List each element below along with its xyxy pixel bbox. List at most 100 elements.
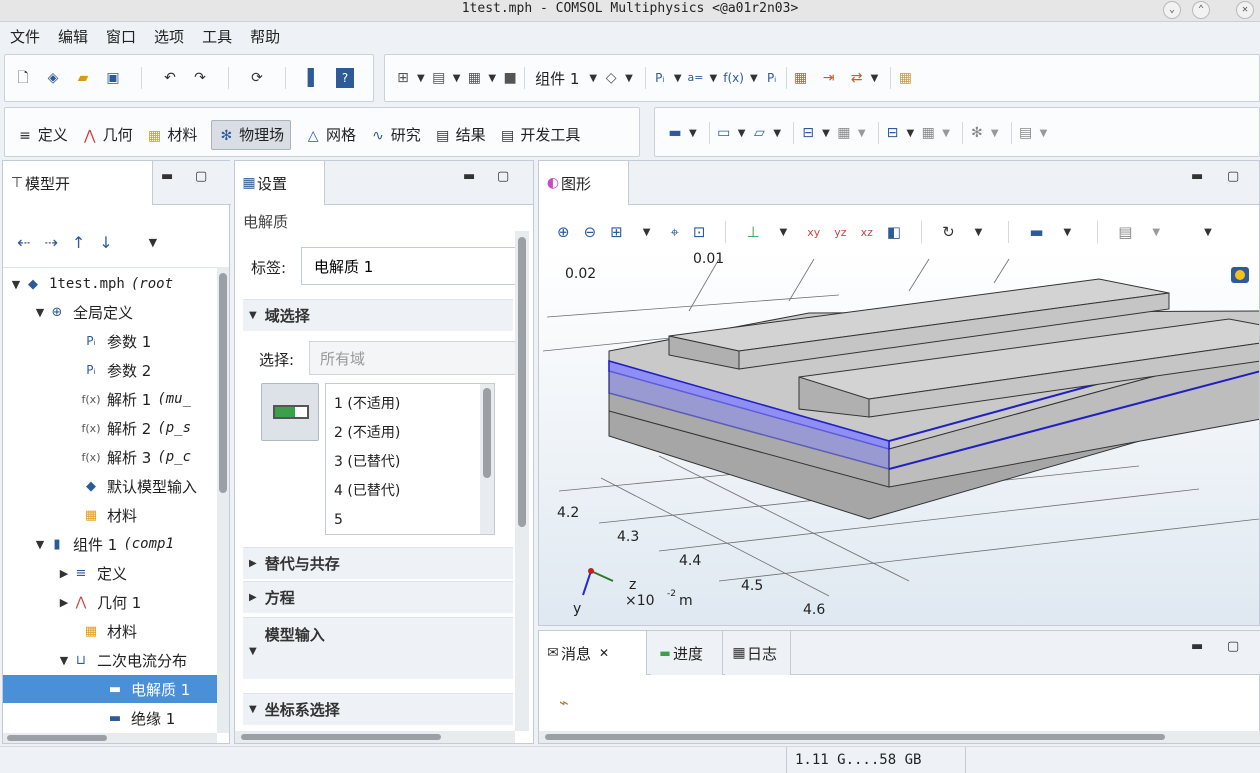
section-override[interactable]: ▶ 替代与共存 xyxy=(243,547,513,579)
forward-icon[interactable]: ⇢ xyxy=(44,233,57,252)
menu-options[interactable]: 选项 xyxy=(154,26,184,47)
tree-node-electrolyte-1[interactable]: ▬ 电解质 1 xyxy=(3,675,217,703)
global-icon[interactable]: ⊟ xyxy=(885,123,901,143)
chevron-down-icon[interactable]: ▼ xyxy=(625,73,633,84)
tab-geometry[interactable]: ⋀ 几何 xyxy=(82,124,133,146)
minimize-icon[interactable]: ▬ xyxy=(161,169,173,184)
chevron-down-icon[interactable]: ▼ xyxy=(643,227,651,238)
tree-node-analytic-1[interactable]: f(x) 解析 1 (mu_ xyxy=(81,385,192,413)
messages-hscrollbar[interactable] xyxy=(539,731,1260,743)
list-item[interactable]: 5 xyxy=(334,506,400,535)
maximize-icon[interactable]: ▢ xyxy=(1227,639,1239,654)
chevron-down-icon[interactable]: ▼ xyxy=(858,128,866,139)
rotate-icon[interactable]: ↻ xyxy=(942,223,955,241)
undo-icon[interactable]: ↶ xyxy=(162,68,178,88)
chevron-down-icon[interactable]: ▼ xyxy=(488,73,496,84)
tree-scrollbar[interactable] xyxy=(217,267,229,733)
parameter-case-icon[interactable]: Pᵢ xyxy=(764,68,780,88)
minimize-icon[interactable]: ▬ xyxy=(1191,639,1203,654)
menu-tools[interactable]: 工具 xyxy=(202,26,232,47)
expand-icon[interactable]: ▼ xyxy=(57,654,71,667)
tab-model-builder[interactable]: ⊤ 模型开 xyxy=(3,161,153,205)
materials-icon[interactable]: ▦ xyxy=(897,68,913,88)
chevron-down-icon[interactable]: ▼ xyxy=(1064,227,1072,238)
functions-icon[interactable]: f(x) xyxy=(723,68,744,88)
link-icon[interactable]: ⇄ xyxy=(849,68,865,88)
point-icon[interactable]: ▦ xyxy=(836,123,852,143)
chevron-down-icon[interactable]: ▼ xyxy=(750,73,758,84)
chevron-down-icon[interactable]: ▼ xyxy=(417,73,425,84)
domain-list[interactable]: 1 (不适用) 2 (不适用) 3 (已替代) 4 (已替代) 5 xyxy=(325,383,495,535)
tree-hscrollbar[interactable] xyxy=(3,733,217,743)
zoom-out-icon[interactable]: ⊖ xyxy=(584,223,597,241)
chevron-down-icon[interactable]: ▼ xyxy=(773,128,781,139)
expand-icon[interactable]: ▼ xyxy=(33,538,47,551)
variables-icon[interactable]: ⊞ xyxy=(395,68,411,88)
close-icon[interactable]: ✕ xyxy=(599,646,609,660)
maximize-icon[interactable]: ▢ xyxy=(1227,169,1239,184)
expand-icon[interactable]: ▼ xyxy=(9,278,23,291)
selection-dropdown[interactable]: 所有域 xyxy=(309,341,523,375)
minimize-icon[interactable]: ▬ xyxy=(1191,169,1203,184)
new-file-icon[interactable]: 🗋 xyxy=(15,68,31,88)
section-equation[interactable]: ▶ 方程 xyxy=(243,581,513,613)
tree-node-component-1[interactable]: ▼ ▮ 组件 1 (comp1 xyxy=(33,530,174,558)
tree-node-global-materials[interactable]: ▦ 材料 xyxy=(81,501,137,529)
active-toggle-button[interactable] xyxy=(261,383,319,441)
tab-graphics[interactable]: ◐ 图形 xyxy=(539,161,629,205)
chevron-down-icon[interactable]: ▼ xyxy=(1040,128,1048,139)
menu-help[interactable]: 帮助 xyxy=(250,26,280,47)
model-wizard-icon[interactable]: ◈ xyxy=(45,68,61,88)
domain-list-scrollbar[interactable] xyxy=(480,384,494,534)
add-component-icon[interactable]: ◇ xyxy=(603,68,619,88)
view-yz-icon[interactable]: yz xyxy=(834,226,846,239)
zoom-in-icon[interactable]: ⊕ xyxy=(557,223,570,241)
component-selector[interactable]: 组件 1 xyxy=(535,68,579,89)
list-item[interactable]: 1 (不适用) xyxy=(334,390,400,419)
graphics-canvas[interactable]: 0.02 0.01 4.2 4.3 4.4 4.5 4.6 z y ×10 -2… xyxy=(539,251,1260,626)
tree-node-root[interactable]: ▼ ◆ 1test.mph (root xyxy=(9,270,173,298)
open-folder-icon[interactable]: ▰ xyxy=(75,68,91,88)
chevron-down-icon[interactable]: ▼ xyxy=(674,73,682,84)
global-eq-icon[interactable]: ▦ xyxy=(920,123,936,143)
snapshot-icon[interactable]: ▤ xyxy=(1118,223,1132,241)
redo-icon[interactable]: ↷ xyxy=(192,68,208,88)
tree-node-materials[interactable]: ▦ 材料 xyxy=(81,617,137,645)
chevron-down-icon[interactable]: ▼ xyxy=(871,73,879,84)
tree-node-parameters-1[interactable]: Pᵢ 参数 1 xyxy=(81,327,151,355)
geometry-build-icon[interactable]: ▦ xyxy=(793,68,809,88)
menu-window[interactable]: 窗口 xyxy=(106,26,136,47)
chevron-down-icon[interactable]: ▼ xyxy=(589,73,597,84)
chevron-down-icon[interactable]: ▼ xyxy=(1204,227,1212,238)
axis-view-icon[interactable]: ⊥ xyxy=(746,223,759,241)
chevron-down-icon[interactable]: ▼ xyxy=(738,128,746,139)
tab-results[interactable]: ▤ 结果 xyxy=(435,124,485,146)
variables-icon[interactable]: a= xyxy=(688,68,704,88)
chevron-down-icon[interactable]: ▼ xyxy=(991,128,999,139)
view-xz-icon[interactable]: xz xyxy=(861,226,873,239)
move-up-icon[interactable]: ↑ xyxy=(72,233,85,252)
tab-physics[interactable]: ✻ 物理场 xyxy=(211,120,292,150)
collapse-icon[interactable]: ▶ xyxy=(57,596,71,609)
close-icon[interactable]: ✕ xyxy=(1236,1,1254,19)
zoom-extents-icon[interactable]: ⊡ xyxy=(693,223,706,241)
tab-study[interactable]: ∿ 研究 xyxy=(370,124,421,146)
chevron-down-icon[interactable]: ▼ xyxy=(710,73,718,84)
tab-developer[interactable]: ▤ 开发工具 xyxy=(500,124,580,146)
move-down-icon[interactable]: ↓ xyxy=(99,233,112,252)
book-icon[interactable]: ▌ xyxy=(306,68,322,88)
menu-file[interactable]: 文件 xyxy=(10,26,40,47)
list-item[interactable]: 4 (已替代) xyxy=(334,477,400,506)
help-icon[interactable]: ? xyxy=(336,68,354,88)
chevron-down-icon[interactable]: ▼ xyxy=(149,236,157,249)
pair-icon[interactable]: ⊟ xyxy=(800,123,816,143)
refresh-icon[interactable]: ⟳ xyxy=(249,68,265,88)
tab-definitions[interactable]: ≡ 定义 xyxy=(17,124,68,146)
parameters-icon[interactable]: Pᵢ xyxy=(652,68,668,88)
tree-node-secondary-current[interactable]: ▼ ⊔ 二次电流分布 xyxy=(57,646,187,674)
tree-node-analytic-3[interactable]: f(x) 解析 3 (p_c xyxy=(81,443,192,471)
label-field[interactable] xyxy=(301,247,521,285)
minimize-icon[interactable]: ▬ xyxy=(463,169,475,184)
chevron-down-icon[interactable]: ▼ xyxy=(975,227,983,238)
menu-edit[interactable]: 编辑 xyxy=(58,26,88,47)
